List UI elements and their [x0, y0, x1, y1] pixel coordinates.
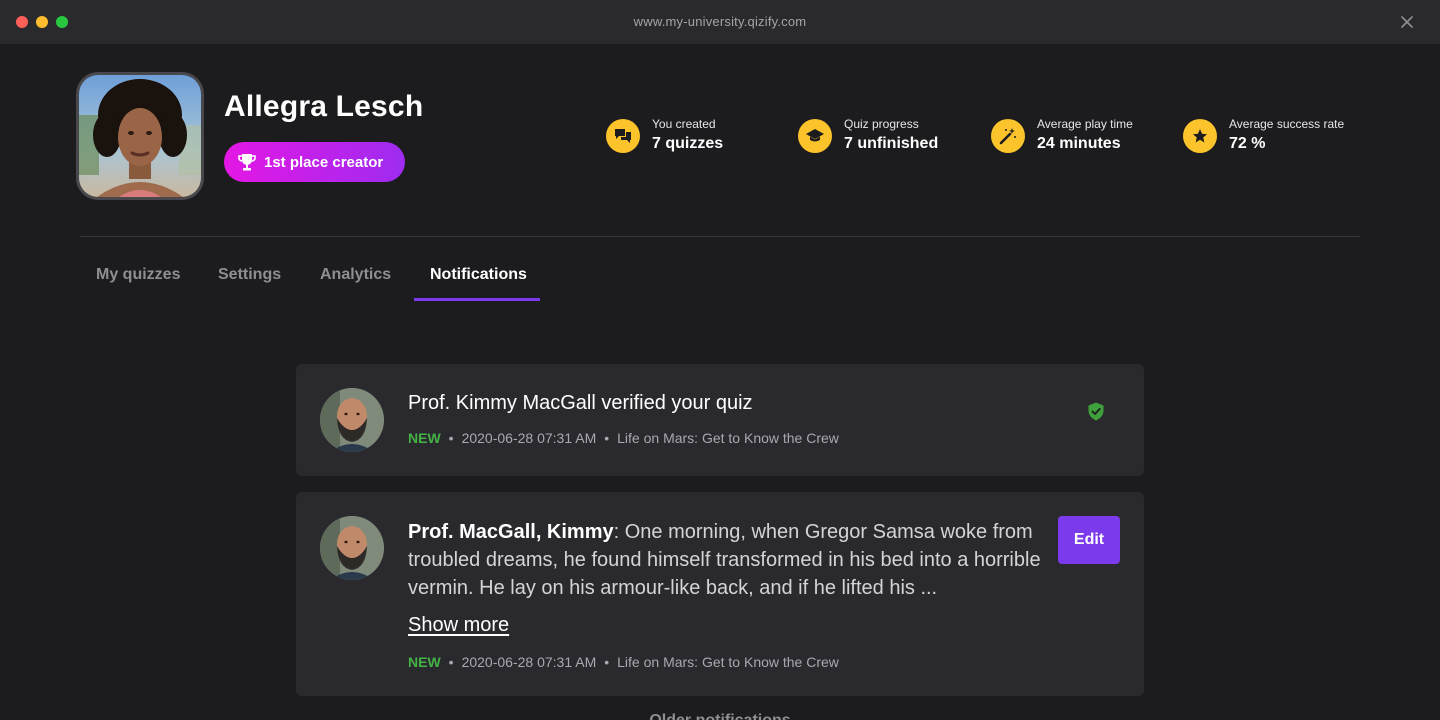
- notification-title: Prof. Kimmy MacGall verified your quiz: [408, 392, 753, 414]
- separator-dot: •: [448, 654, 454, 670]
- separator-dot: •: [604, 654, 610, 670]
- notification-card[interactable]: Prof. MacGall, Kimmy: One morning, when …: [296, 492, 1144, 696]
- stat-success-rate: Average success rate 72 %: [1183, 116, 1344, 153]
- new-status-label: NEW: [408, 430, 441, 446]
- stat-value: 24 minutes: [1037, 135, 1121, 152]
- tab-my-quizzes[interactable]: My quizzes: [96, 266, 180, 284]
- stat-quiz-progress: Quiz progress 7 unfinished: [798, 116, 938, 153]
- notification-quiz-name[interactable]: Life on Mars: Get to Know the Crew: [617, 430, 839, 446]
- magic-wand-icon: [991, 119, 1025, 153]
- star-icon: [1183, 119, 1217, 153]
- header-divider: [80, 236, 1360, 237]
- stat-average-play-time: Average play time 24 minutes: [991, 116, 1133, 153]
- stat-label: You created: [652, 117, 716, 131]
- edit-button[interactable]: Edit: [1058, 516, 1120, 564]
- profile-avatar: [76, 72, 204, 200]
- notification-quiz-name[interactable]: Life on Mars: Get to Know the Crew: [617, 654, 839, 670]
- separator-dot: •: [448, 430, 454, 446]
- notification-meta: NEW • 2020-06-28 07:31 AM • Life on Mars…: [408, 430, 839, 446]
- address-url[interactable]: www.my-university.qizify.com: [0, 14, 1440, 29]
- trophy-icon: [238, 154, 256, 171]
- tab-analytics[interactable]: Analytics: [320, 266, 391, 284]
- separator-dot: •: [604, 430, 610, 446]
- rank-badge-label: 1st place creator: [264, 153, 384, 171]
- close-icon[interactable]: [1400, 15, 1414, 29]
- stat-label: Quiz progress: [844, 117, 919, 131]
- older-notifications-link[interactable]: Older notifications: [0, 712, 1440, 720]
- sender-avatar: [320, 388, 384, 452]
- tab-settings[interactable]: Settings: [218, 266, 281, 284]
- stat-label: Average play time: [1037, 117, 1133, 131]
- window-titlebar: www.my-university.qizify.com: [0, 0, 1440, 44]
- active-tab-indicator: [414, 298, 540, 301]
- notification-card[interactable]: Prof. Kimmy MacGall verified your quiz N…: [296, 364, 1144, 476]
- profile-name: Allegra Lesch: [224, 90, 424, 123]
- sender-avatar: [320, 516, 384, 580]
- verified-shield-icon: [1088, 402, 1104, 421]
- message-author: Prof. MacGall, Kimmy: [408, 521, 614, 543]
- stat-value: 7 quizzes: [652, 135, 724, 152]
- tab-notifications[interactable]: Notifications: [430, 266, 527, 284]
- notification-timestamp: 2020-06-28 07:31 AM: [461, 430, 597, 446]
- notification-meta: NEW • 2020-06-28 07:31 AM • Life on Mars…: [408, 654, 839, 670]
- graduation-cap-icon: [798, 119, 832, 153]
- stat-label: Average success rate: [1229, 117, 1345, 131]
- new-status-label: NEW: [408, 654, 441, 670]
- stat-value: 7 unfinished: [844, 135, 939, 152]
- stat-value: 72 %: [1229, 135, 1266, 152]
- rank-badge: 1st place creator: [224, 142, 405, 182]
- chat-bubbles-icon: [606, 119, 640, 153]
- notification-timestamp: 2020-06-28 07:31 AM: [461, 654, 597, 670]
- notification-message: Prof. MacGall, Kimmy: One morning, when …: [408, 518, 1048, 602]
- stat-quizzes-created: You created 7 quizzes: [606, 116, 723, 153]
- show-more-link[interactable]: Show more: [408, 614, 509, 637]
